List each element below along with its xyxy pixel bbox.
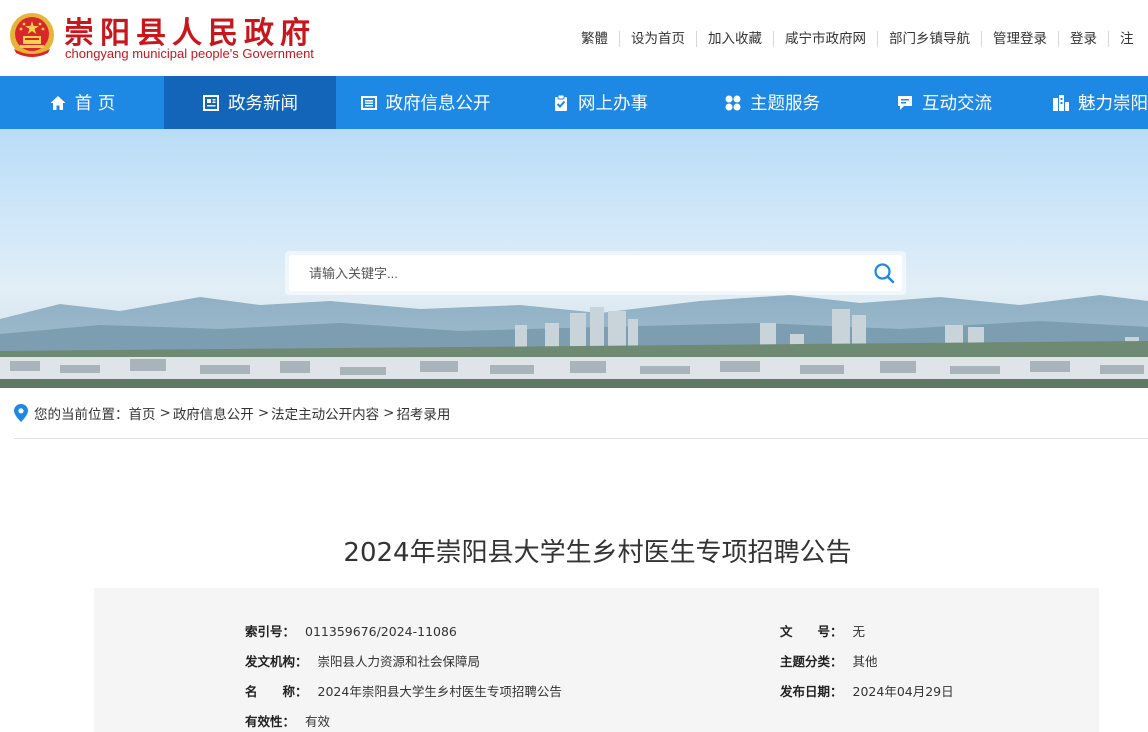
top-link-login[interactable]: 登录 (1058, 31, 1108, 47)
banner (0, 129, 1148, 388)
meta-name-value: 2024年崇阳县大学生乡村医生专项招聘公告 (317, 684, 562, 699)
meta-date-value: 2024年04月29日 (852, 684, 954, 699)
meta-topic-label: 主题分类： (780, 654, 843, 669)
nav-label: 政务新闻 (228, 94, 298, 114)
top-link-add-favorite[interactable]: 加入收藏 (696, 31, 773, 47)
nav-item-gov-news[interactable]: 政务新闻 (164, 76, 336, 129)
national-emblem-icon (10, 13, 54, 57)
grid-dots-icon (724, 94, 742, 112)
meta-validity: 有效性： 有效 (245, 711, 330, 730)
breadcrumb-home[interactable]: 首页 (129, 403, 156, 423)
meta-topic: 主题分类： 其他 (780, 651, 878, 670)
meta-index-label: 索引号： (245, 624, 296, 639)
meta-index-value: 011359676/2024-11086 (305, 624, 457, 639)
top-link-register[interactable]: 注 (1108, 31, 1145, 47)
top-link-admin-login[interactable]: 管理登录 (981, 31, 1058, 47)
breadcrumb: 您的当前位置： 首页 > 政府信息公开 > 法定主动公开内容 > 招考录用 (14, 403, 450, 423)
nav-label: 魅力崇阳 (1078, 94, 1148, 114)
meta-issuer-label: 发文机构： (245, 654, 308, 669)
nav-item-theme-services[interactable]: 主题服务 (686, 76, 858, 129)
meta-doc-no-value: 无 (852, 624, 866, 639)
nav-item-interaction[interactable]: 互动交流 (858, 76, 1030, 129)
meta-date-label: 发布日期： (780, 684, 843, 699)
top-links: 繁體 设为首页 加入收藏 咸宁市政府网 部门乡镇导航 管理登录 登录 注 (570, 30, 1145, 48)
breadcrumb-separator: > (257, 405, 270, 421)
city-icon (1052, 94, 1070, 112)
meta-doc-no: 文 号： 无 (780, 621, 865, 640)
top-link-traditional[interactable]: 繁體 (570, 31, 619, 47)
meta-name: 名 称： 2024年崇阳县大学生乡村医生专项招聘公告 (245, 681, 562, 700)
nav-item-gov-info-disclosure[interactable]: 政府信息公开 (336, 76, 514, 129)
article-meta-box: 索引号： 011359676/2024-11086 文 号： 无 发文机构： 崇阳县人… (94, 588, 1099, 732)
list-icon (360, 94, 378, 112)
nav-label: 政府信息公开 (385, 94, 491, 114)
search-icon[interactable] (872, 261, 896, 285)
meta-doc-no-label: 文 号： (780, 624, 843, 639)
breadcrumb-divider (14, 438, 1148, 439)
meta-validity-value: 有效 (305, 714, 331, 729)
top-link-xianning-gov[interactable]: 咸宁市政府网 (773, 31, 877, 47)
nav-item-online-services[interactable]: 网上办事 (514, 76, 686, 129)
meta-validity-label: 有效性： (245, 714, 296, 729)
breadcrumb-legal-disclosure[interactable]: 法定主动公开内容 (271, 403, 379, 423)
top-link-dept-navigation[interactable]: 部门乡镇导航 (877, 31, 981, 47)
top-link-set-homepage[interactable]: 设为首页 (619, 31, 696, 47)
location-pin-icon (14, 404, 28, 422)
site-header: 崇阳县人民政府 chongyang municipal people's Gov… (0, 0, 1148, 76)
meta-issuer: 发文机构： 崇阳县人力资源和社会保障局 (245, 651, 480, 670)
search-container (289, 255, 902, 291)
nav-label: 主题服务 (750, 94, 820, 114)
search-input[interactable] (289, 255, 849, 291)
breadcrumb-gov-info[interactable]: 政府信息公开 (173, 403, 254, 423)
site-subtitle: chongyang municipal people's Government (65, 46, 314, 61)
chat-icon (896, 94, 914, 112)
nav-label: 互动交流 (922, 94, 992, 114)
nav-item-charm-chongyang[interactable]: 魅力崇阳 (1030, 76, 1148, 129)
main-nav: 首 页 政务新闻 政府信息公开 网上办事 主题服务 互动交流 魅力崇阳 (0, 76, 1148, 129)
search-box (285, 251, 906, 295)
meta-topic-value: 其他 (852, 654, 878, 669)
nav-label: 网上办事 (578, 94, 648, 114)
breadcrumb-recruitment[interactable]: 招考录用 (396, 403, 450, 423)
breadcrumb-separator: > (383, 405, 395, 421)
nav-item-home[interactable]: 首 页 (0, 76, 164, 129)
newspaper-icon (202, 94, 220, 112)
meta-index: 索引号： 011359676/2024-11086 (245, 621, 457, 640)
meta-name-label: 名 称： (245, 684, 308, 699)
breadcrumb-separator: > (159, 405, 171, 421)
clipboard-check-icon (552, 94, 570, 112)
nav-label: 首 页 (74, 94, 116, 114)
home-icon (49, 94, 67, 112)
meta-date: 发布日期： 2024年04月29日 (780, 681, 954, 700)
breadcrumb-prefix: 您的当前位置： (34, 407, 129, 423)
meta-issuer-value: 崇阳县人力资源和社会保障局 (317, 654, 481, 669)
article-title: 2024年崇阳县大学生乡村医生专项招聘公告 (343, 538, 852, 568)
